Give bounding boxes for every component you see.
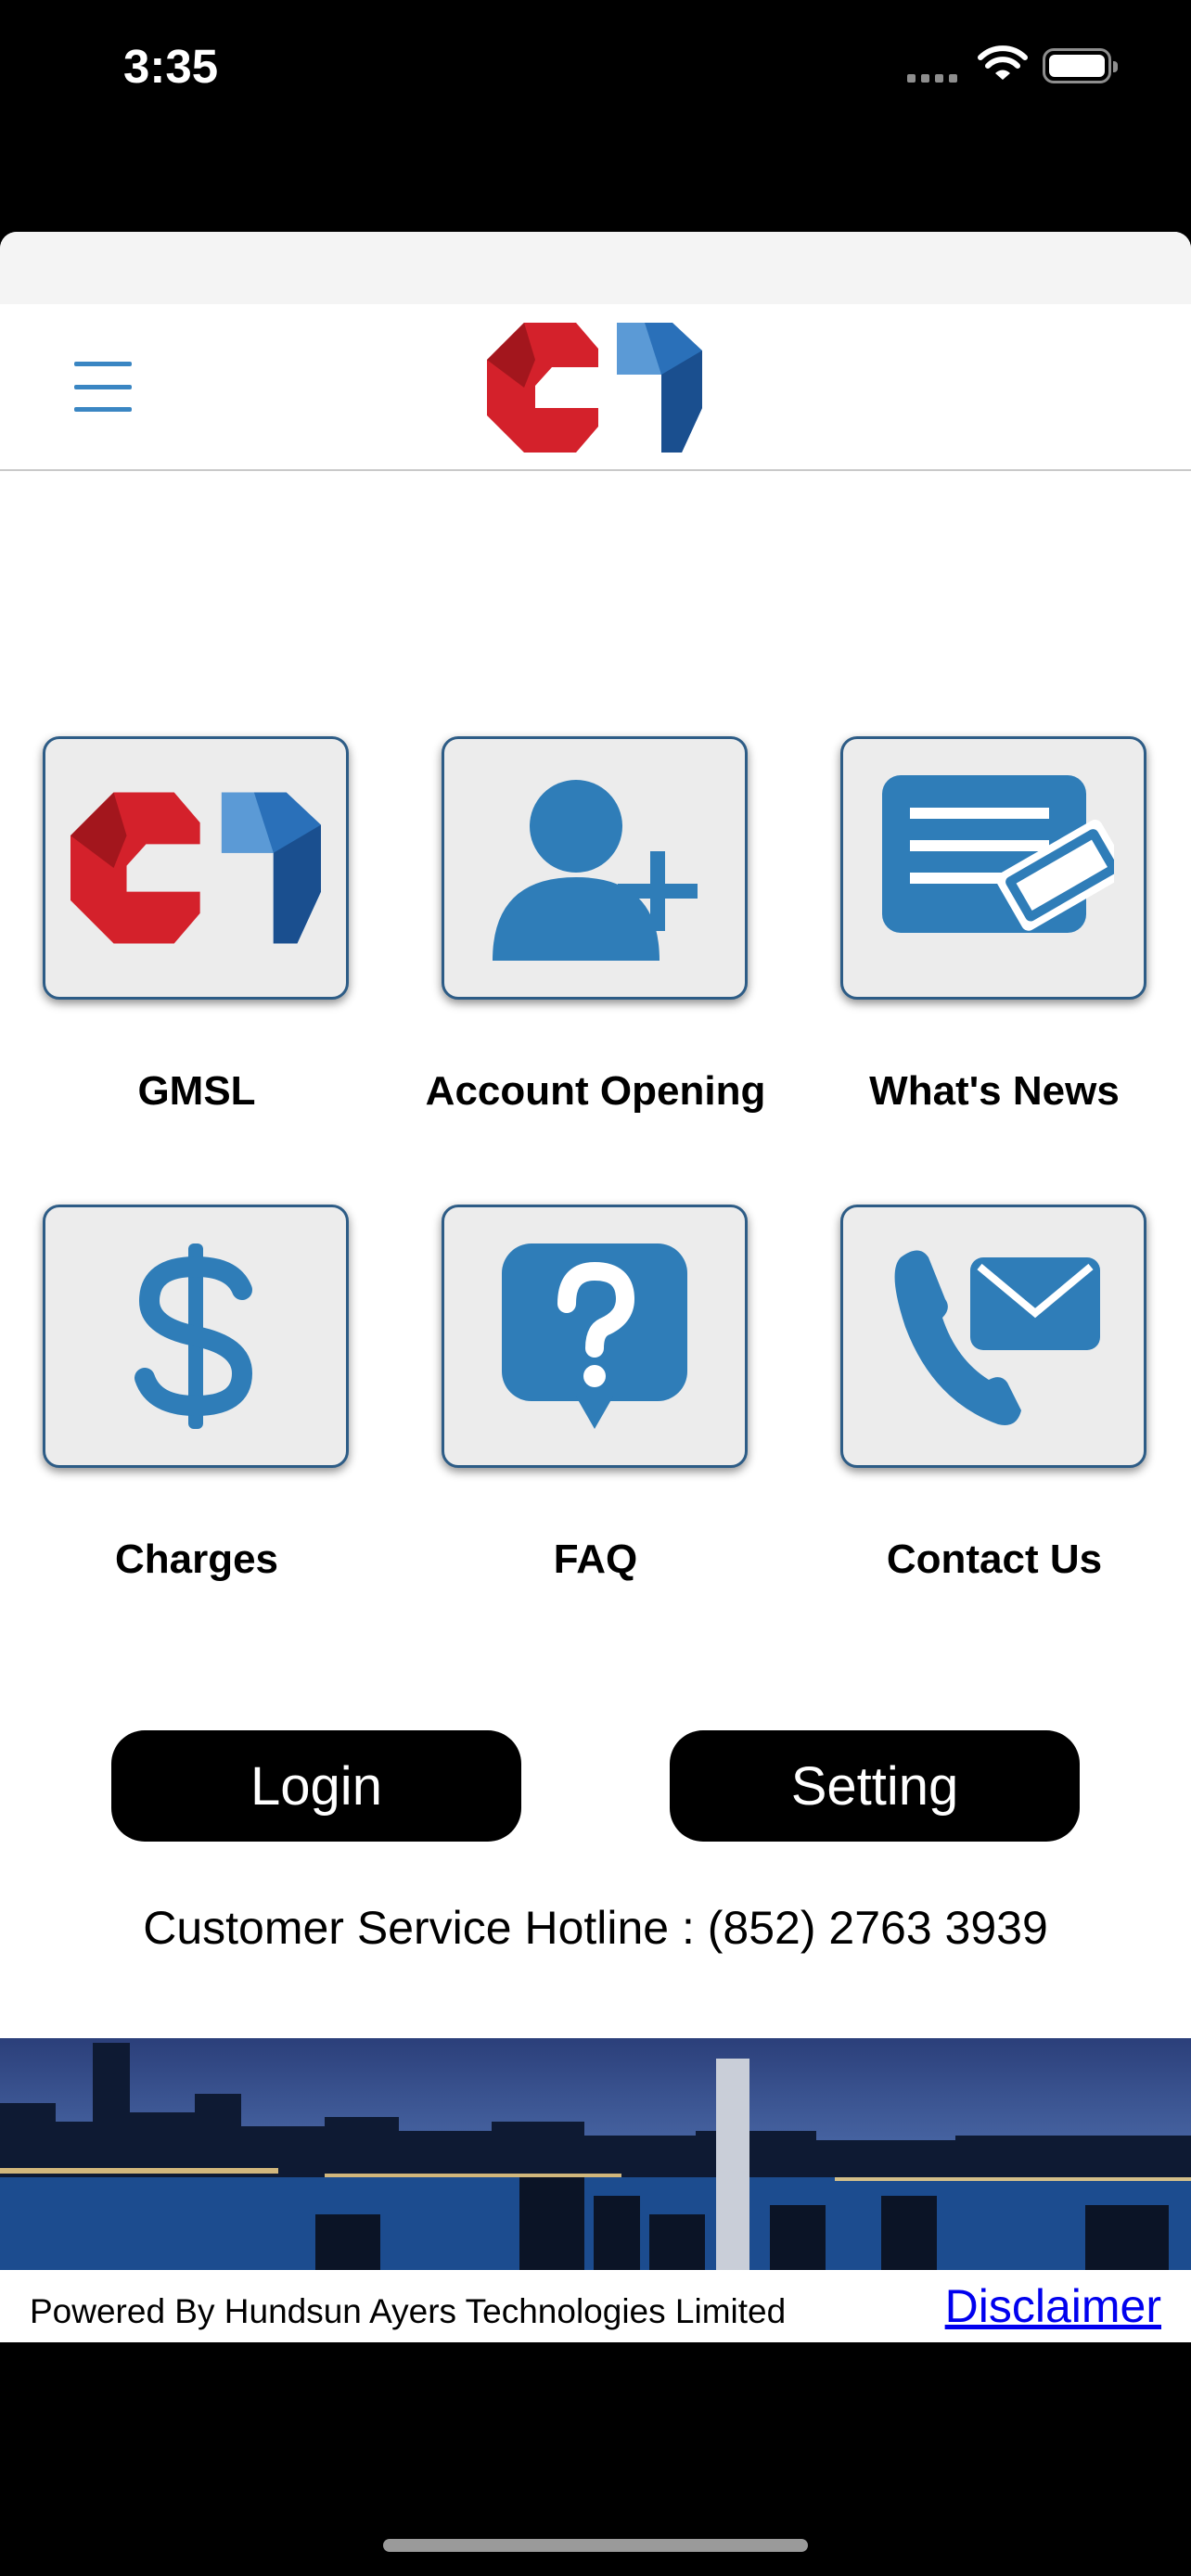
- tile-label-charges: Charges: [114, 1537, 279, 1582]
- phone-mail-icon: [894, 1250, 1100, 1425]
- tile-account-opening[interactable]: [442, 736, 748, 1000]
- powered-by-text: Powered By Hundsun Ayers Technologies Li…: [30, 2292, 787, 2330]
- tile-label-faq: FAQ: [553, 1537, 638, 1582]
- tile-label-whats-news: What's News: [869, 1068, 1120, 1114]
- home-indicator[interactable]: [383, 2539, 808, 2552]
- news-ticket-icon: [882, 775, 1114, 933]
- tile-charges[interactable]: [43, 1205, 349, 1468]
- gm-logo: [70, 792, 321, 944]
- nav-bar: [0, 304, 1191, 471]
- login-button[interactable]: Login: [111, 1730, 521, 1842]
- dollar-icon: [134, 1243, 253, 1429]
- app-screen: GMSL Account Opening What's News Charges…: [0, 232, 1191, 2342]
- wifi-icon: [978, 45, 1028, 80]
- cellular-signal-icon: [907, 74, 957, 83]
- hamburger-menu-icon[interactable]: [74, 362, 132, 412]
- tile-label-contact-us: Contact Us: [886, 1537, 1103, 1582]
- top-strip: [0, 232, 1191, 304]
- tile-faq[interactable]: [442, 1205, 748, 1468]
- gm-logo: [487, 323, 702, 453]
- battery-icon: [1043, 48, 1118, 83]
- status-time: 3:35: [123, 40, 219, 93]
- city-skyline-banner: [0, 2038, 1191, 2270]
- status-bar: 3:35: [0, 0, 1191, 139]
- tile-label-gmsl: GMSL: [137, 1068, 256, 1114]
- disclaimer-link[interactable]: Disclaimer: [945, 2279, 1161, 2333]
- footer: Powered By Hundsun Ayers Technologies Li…: [0, 2270, 1191, 2342]
- tile-whats-news[interactable]: [840, 736, 1146, 1000]
- tile-label-account-opening: Account Opening: [425, 1068, 766, 1114]
- question-bubble-icon: [502, 1243, 687, 1429]
- customer-service-hotline: Customer Service Hotline : (852) 2763 39…: [143, 1902, 1048, 1954]
- add-user-icon: [493, 780, 698, 961]
- setting-button[interactable]: Setting: [670, 1730, 1080, 1842]
- tile-contact-us[interactable]: [840, 1205, 1146, 1468]
- tile-gmsl[interactable]: [43, 736, 349, 1000]
